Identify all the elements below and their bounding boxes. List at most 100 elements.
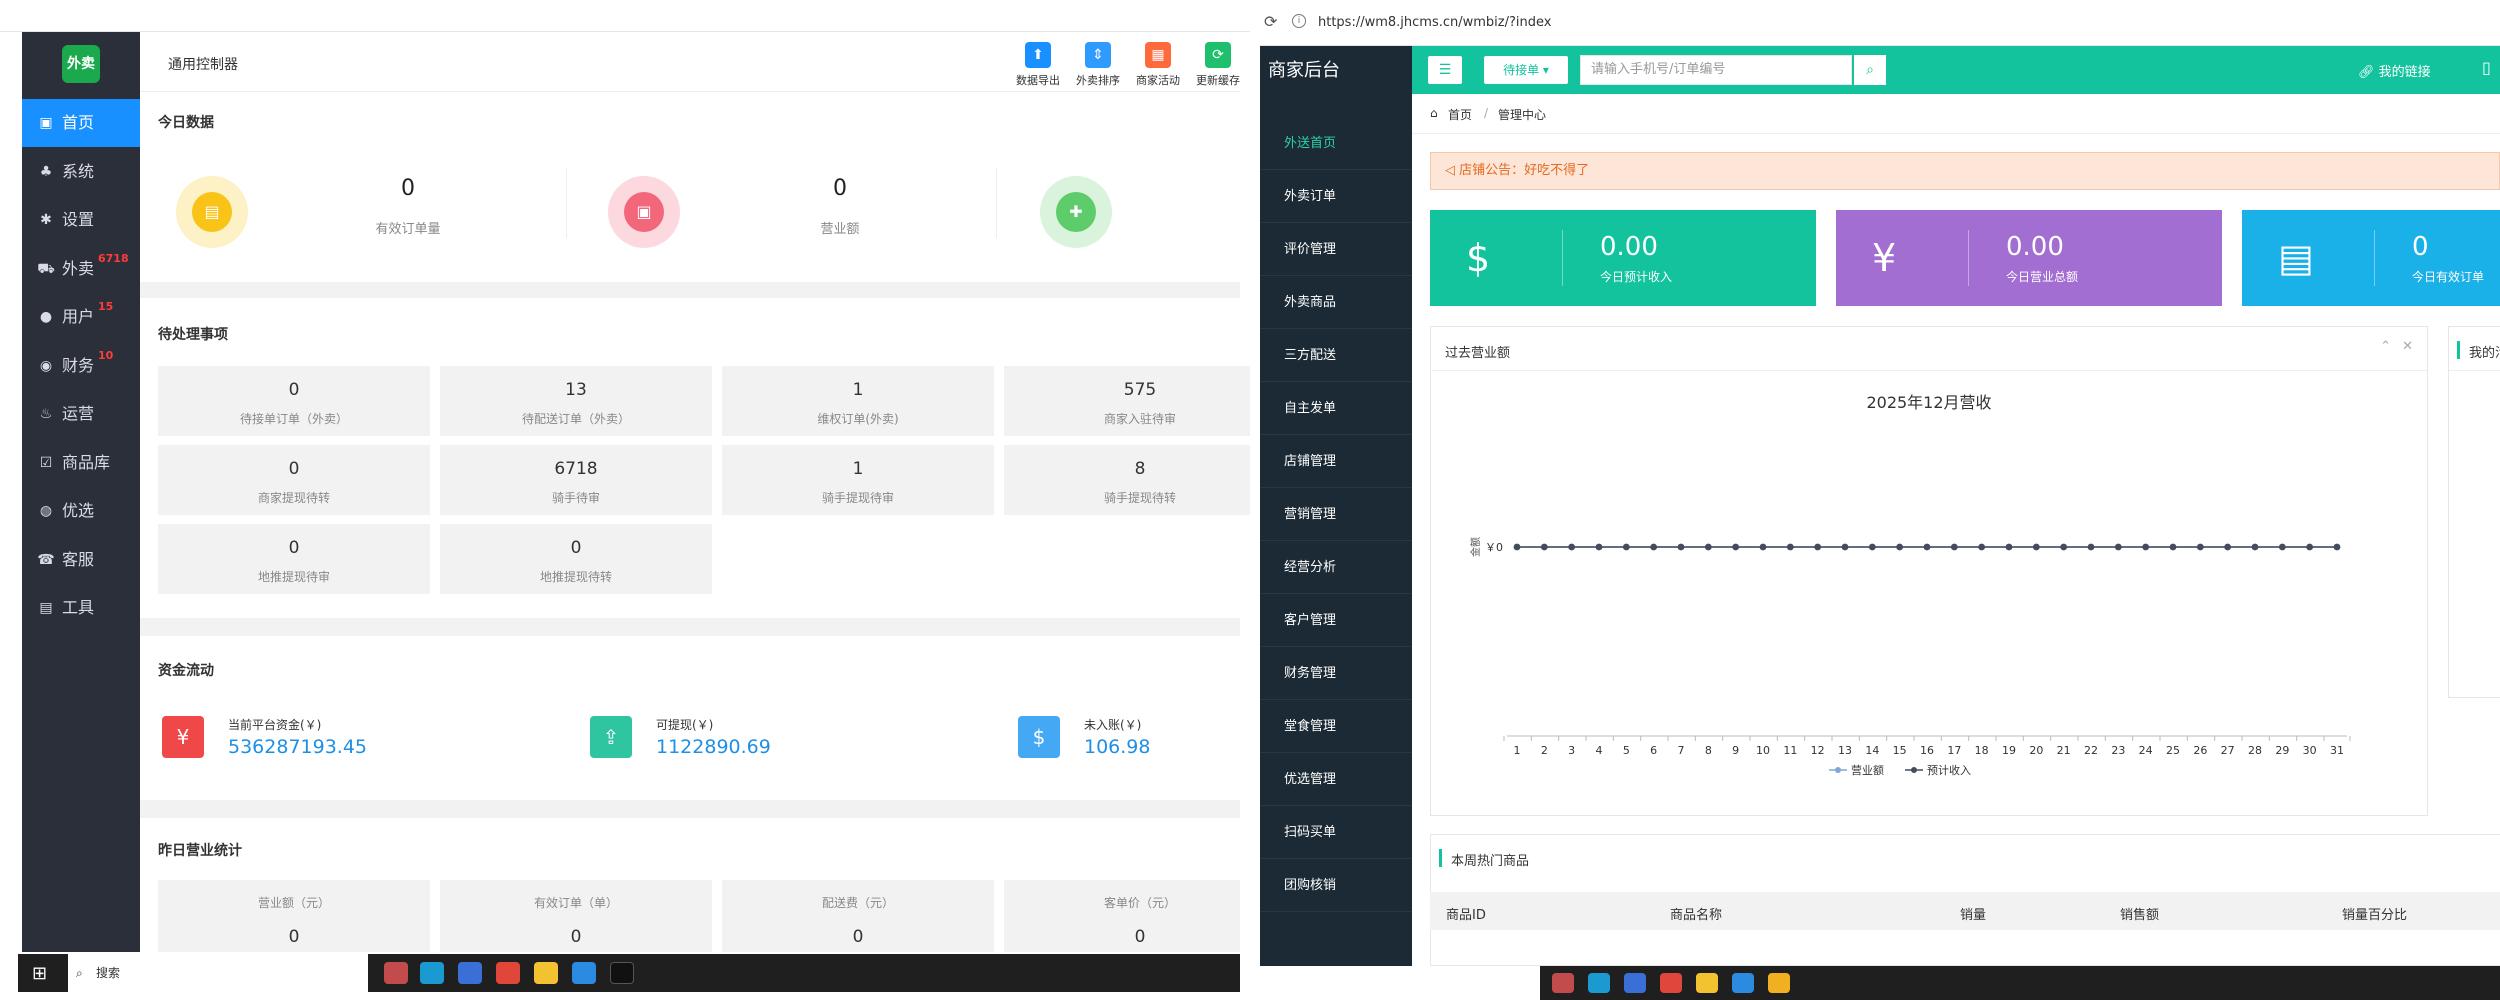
capcut-icon[interactable] [610, 962, 634, 984]
menu-item[interactable]: 优选管理 [1260, 754, 1412, 806]
reload-icon[interactable]: ⟳ [1264, 12, 1277, 31]
file-explorer-icon[interactable] [1696, 973, 1718, 993]
pending-item[interactable]: 0 地推提现待转 [440, 524, 712, 594]
hot-products-title: 本周热门商品 [1451, 854, 1530, 869]
taskbar-search[interactable] [1260, 966, 1540, 1000]
menu-item[interactable]: 自主发单 [1260, 383, 1412, 435]
menu-item[interactable]: 团购核销 [1260, 860, 1412, 912]
stat-value: 0.00 [1600, 232, 1658, 262]
pending-item[interactable]: 8 骑手提现待转 [1004, 445, 1250, 515]
sidebar-item[interactable]: ● 用户 15 [22, 293, 140, 341]
breadcrumb-home[interactable]: 首页 [1448, 106, 1472, 123]
data-point [1841, 543, 1849, 551]
store-notice: ◁ 店铺公告：好吃不得了 [1430, 152, 2500, 190]
toolbar-button[interactable]: ▦ 商家活动 [1128, 42, 1188, 88]
collapse-icon[interactable]: ⌃ [2380, 339, 2391, 354]
sidebar-item[interactable]: ◍ 优选 [22, 487, 140, 535]
data-point [2333, 543, 2341, 551]
divider [1968, 230, 1969, 286]
col-sales-amount[interactable]: 销售额 [2120, 904, 2159, 923]
breadcrumb-current: 管理中心 [1498, 108, 1547, 122]
data-point [1868, 543, 1876, 551]
menu-item[interactable]: 外送首页 [1260, 118, 1412, 170]
pending-value: 13 [565, 380, 587, 400]
menu-item[interactable]: 店铺管理 [1260, 436, 1412, 488]
taskbar-app-icon[interactable] [572, 962, 596, 984]
windows-start-icon[interactable]: ⊞ [32, 963, 47, 984]
taskbar-app-icon[interactable] [1552, 973, 1574, 993]
menu-item[interactable]: 客户管理 [1260, 595, 1412, 647]
taskbar-app-icon[interactable] [1732, 973, 1754, 993]
search-button[interactable]: ⌕ [1854, 55, 1886, 85]
search-icon: ⌕ [76, 966, 83, 980]
toolbar-button[interactable]: ⬆ 数据导出 [1008, 42, 1068, 88]
file-explorer-icon[interactable] [534, 962, 558, 984]
app-logo[interactable]: 外卖 [62, 45, 100, 83]
menu-item[interactable]: 堂食管理 [1260, 701, 1412, 753]
yesterday-label: 配送费（元） [821, 896, 894, 910]
pending-item[interactable]: 1 骑手提现待审 [722, 445, 994, 515]
sidebar-item[interactable]: ◉ 财务 10 [22, 342, 140, 390]
close-icon[interactable]: ✕ [2402, 339, 2413, 354]
site-info-icon[interactable]: i [1292, 14, 1306, 28]
col-product-id[interactable]: 商品ID [1446, 904, 1486, 923]
search-icon: ⌕ [1866, 62, 1874, 78]
menu-item[interactable]: 扫码买单 [1260, 807, 1412, 859]
col-sales-percent[interactable]: 销量百分比 [2342, 904, 2407, 923]
taskbar-search[interactable]: ⌕ 搜索 [68, 954, 368, 992]
sidebar-item[interactable]: ⛟ 外卖 6718 [22, 245, 140, 293]
my-link[interactable]: 🔗︎ 我的链接 [2358, 61, 2431, 80]
pending-item[interactable]: 6718 骑手待审 [440, 445, 712, 515]
toolbar-button[interactable]: ⇕ 外卖排序 [1068, 42, 1128, 88]
accent-bar [2457, 341, 2460, 359]
activity-panel: 我的活动 [2448, 326, 2500, 698]
fund-value: 536287193.45 [228, 736, 368, 758]
sidebar-item[interactable]: ♨ 运营 [22, 390, 140, 438]
merchant-topbar: ☰ 待接单 ▾ 请输入手机号/订单编号 ⌕ 🔗︎ 我的链接 ▯ [1412, 46, 2500, 94]
mobile-icon[interactable]: ▯ [2482, 58, 2491, 77]
order-status-dropdown[interactable]: 待接单 ▾ [1484, 56, 1568, 84]
merchant-brand: 商家后台 [1268, 60, 1340, 81]
windows-taskbar: ⊞ ⌕ 搜索 [18, 954, 1240, 992]
windows-taskbar-right [1260, 966, 2500, 1000]
pending-item[interactable]: 0 地推提现待审 [158, 524, 430, 594]
taskbar-app-icon[interactable] [458, 962, 482, 984]
sidebar-item[interactable]: ☑ 商品库 [22, 439, 140, 487]
sidebar-item[interactable]: ☎ 客服 [22, 536, 140, 584]
pending-item[interactable]: 575 商家入驻待审 [1004, 366, 1250, 436]
menu-item[interactable]: 财务管理 [1260, 648, 1412, 700]
taskbar-app-icon[interactable] [384, 962, 408, 984]
pending-item[interactable]: 0 商家提现待转 [158, 445, 430, 515]
menu-item[interactable]: 营销管理 [1260, 489, 1412, 541]
edge-browser-icon[interactable] [420, 962, 444, 984]
col-sales-volume[interactable]: 销量 [1960, 904, 1986, 923]
menu-toggle-icon[interactable]: ☰ [1428, 56, 1462, 84]
nav-badge: 6718 [98, 251, 129, 265]
menu-item[interactable]: 经营分析 [1260, 542, 1412, 594]
taskbar-app-icon[interactable] [1624, 973, 1646, 993]
sidebar-item[interactable]: ♣ 系统 [22, 148, 140, 196]
gift-icon: ▦ [1145, 42, 1171, 68]
data-point [2196, 543, 2204, 551]
funds-title: 资金流动 [158, 663, 214, 679]
url-text[interactable]: https://wm8.jhcms.cn/wmbiz/?index [1318, 15, 1551, 30]
data-point [1677, 543, 1685, 551]
menu-item[interactable]: 外卖商品 [1260, 277, 1412, 329]
toolbar-button[interactable]: ⟳ 更新缓存 [1188, 42, 1248, 88]
pending-item[interactable]: 1 维权订单(外卖) [722, 366, 994, 436]
edge-browser-icon[interactable] [1588, 973, 1610, 993]
taskbar-app-icon[interactable] [1768, 973, 1790, 993]
data-point [1759, 543, 1767, 551]
pending-item[interactable]: 13 待配送订单（外卖） [440, 366, 712, 436]
chrome-icon[interactable] [496, 962, 520, 984]
sidebar-item[interactable]: ▣ 首页 [22, 99, 140, 147]
order-search-input[interactable]: 请输入手机号/订单编号 [1580, 55, 1852, 85]
menu-item[interactable]: 外卖订单 [1260, 171, 1412, 223]
sidebar-item[interactable]: ▤ 工具 [22, 584, 140, 632]
col-product-name[interactable]: 商品名称 [1670, 904, 1722, 923]
x-tick-label: 13 [1838, 744, 1852, 757]
menu-item[interactable]: 评价管理 [1260, 224, 1412, 276]
chrome-icon[interactable] [1660, 973, 1682, 993]
pending-item[interactable]: 0 待接单订单（外卖） [158, 366, 430, 436]
menu-item[interactable]: 三方配送 [1260, 330, 1412, 382]
